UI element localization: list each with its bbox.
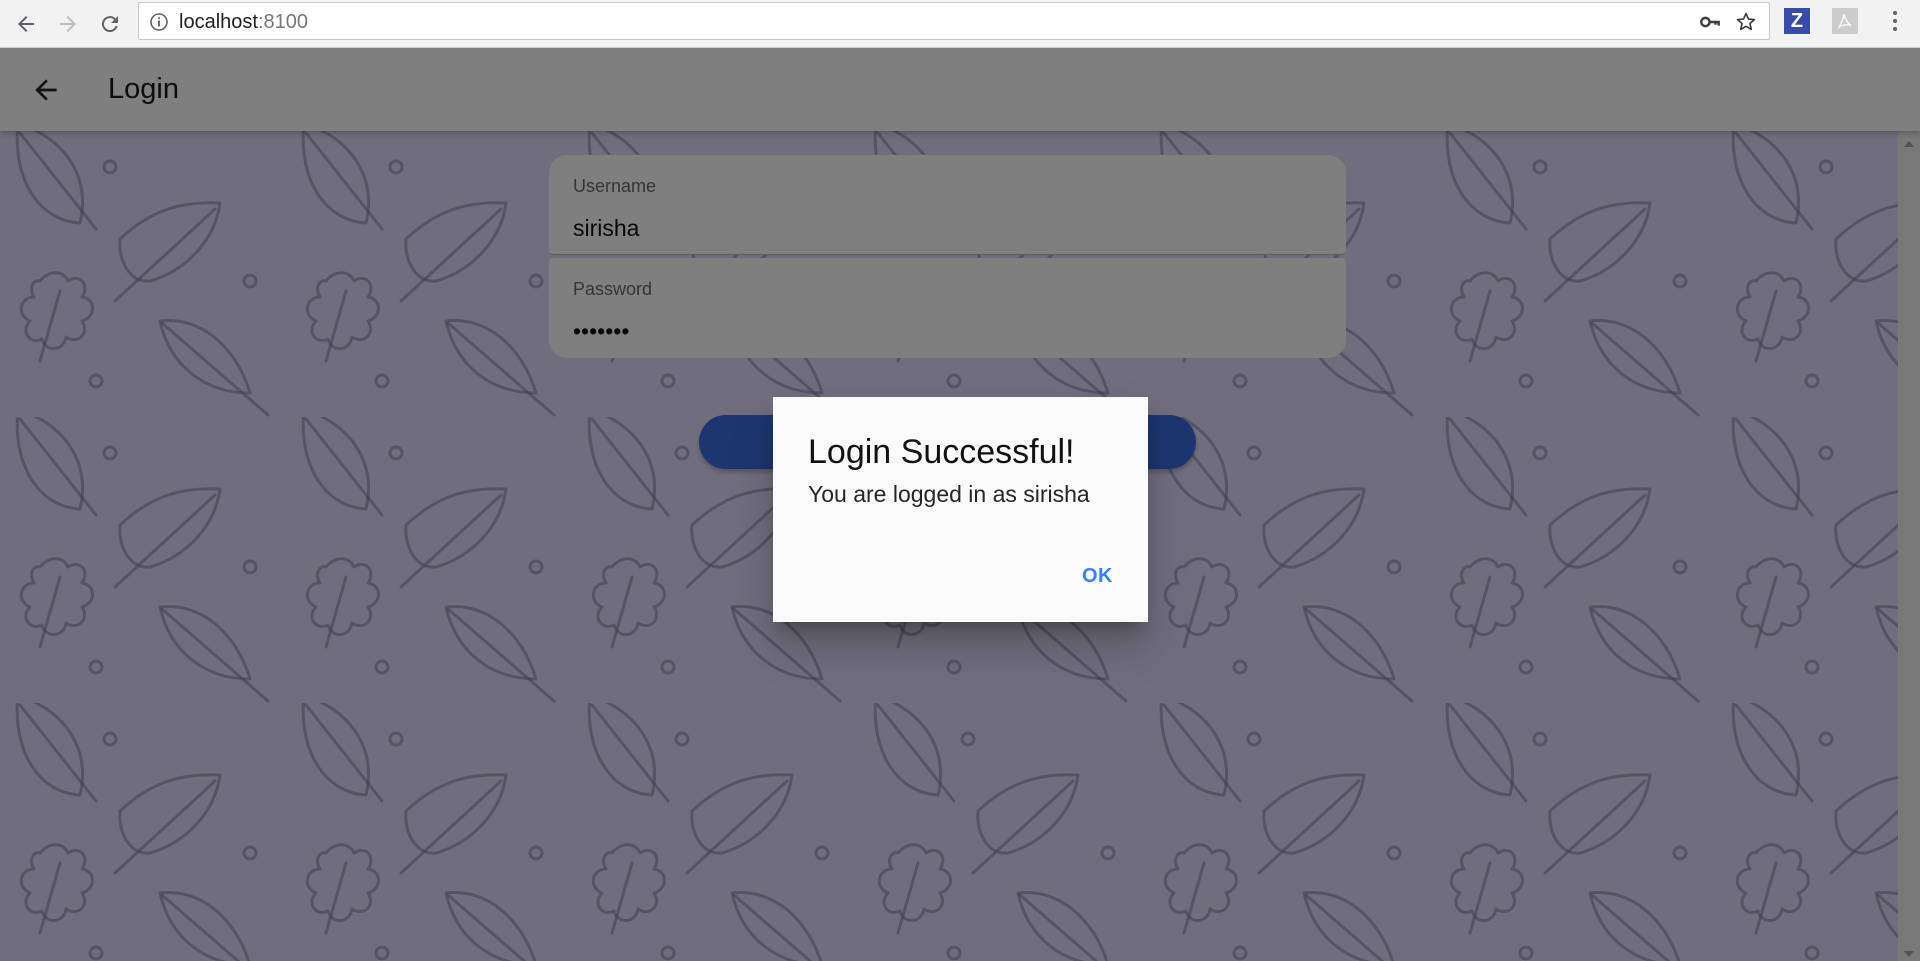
pdf-extension-icon[interactable] (1832, 8, 1858, 34)
zotero-extension-icon[interactable]: Z (1784, 8, 1810, 34)
info-icon[interactable] (149, 12, 169, 32)
url-text: localhost:8100 (179, 3, 308, 41)
reload-icon[interactable] (92, 6, 128, 42)
alert-message: You are logged in as sirisha (808, 481, 1090, 507)
url-port: :8100 (257, 11, 308, 33)
back-icon[interactable] (8, 6, 44, 42)
star-icon[interactable] (1735, 11, 1757, 33)
forward-icon[interactable] (50, 6, 86, 42)
menu-icon[interactable] (1888, 8, 1902, 34)
address-bar[interactable]: localhost:8100 (138, 2, 1770, 40)
alert-dialog: Login Successful! You are logged in as s… (773, 397, 1148, 622)
alert-title: Login Successful! (808, 433, 1075, 471)
browser-toolbar: localhost:8100 Z (0, 0, 1920, 48)
key-icon[interactable] (1699, 11, 1721, 33)
ok-button[interactable]: OK (1074, 561, 1121, 592)
url-host: localhost (179, 11, 258, 33)
